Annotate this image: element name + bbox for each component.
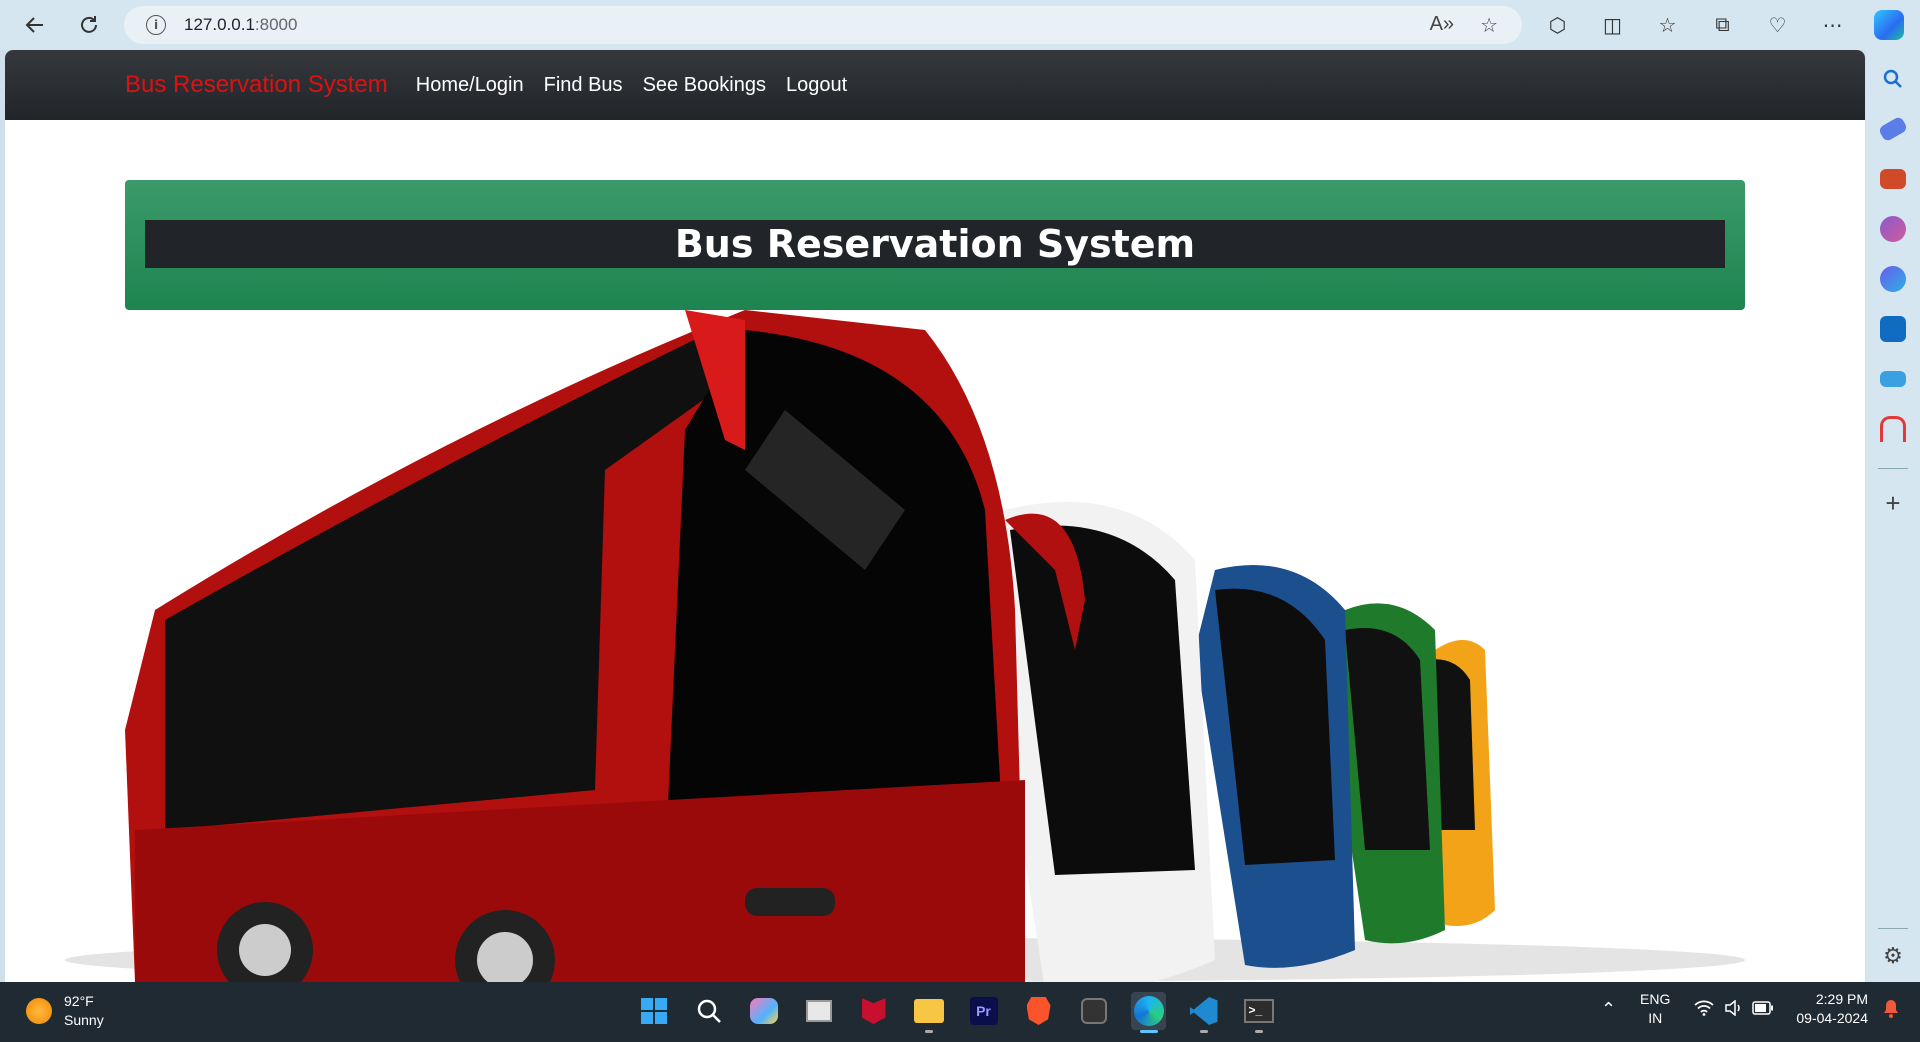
m365-icon[interactable] [1880,266,1906,292]
url-text[interactable]: 127.0.0.1:8000 [184,15,297,35]
page-viewport: Bus Reservation System Home/Login Find B… [5,50,1865,982]
mcafee-icon[interactable] [856,992,891,1030]
wifi-icon[interactable] [1694,1000,1714,1019]
notification-bell-icon[interactable] [1882,998,1900,1021]
start-windows-icon[interactable] [636,992,671,1030]
input-language[interactable]: ENG IN [1640,990,1670,1028]
weather-widget[interactable]: 92°F Sunny [26,992,104,1030]
address-bar[interactable]: i 127.0.0.1:8000 A» ☆ [124,6,1522,44]
shopping-tag-icon[interactable] [1877,115,1909,143]
nav-link-logout[interactable]: Logout [786,74,847,97]
weather-description: Sunny [64,1012,104,1028]
vscode-icon[interactable] [1186,992,1221,1033]
more-menu-icon[interactable]: ⋯ [1815,8,1850,42]
collections-icon[interactable]: ⧉ [1705,8,1740,42]
browser-toolbar: i 127.0.0.1:8000 A» ☆ ⬡ ◫ ☆ ⧉ ♡ ⋯ [0,0,1920,50]
browser-essentials-icon[interactable]: ♡ [1760,8,1795,42]
copilot-icon[interactable] [1874,10,1904,40]
edge-browser-icon[interactable] [1131,992,1166,1033]
battery-icon[interactable] [1752,1000,1774,1018]
brave-browser-icon[interactable] [1021,992,1056,1030]
nav-link-home-login[interactable]: Home/Login [416,74,524,97]
games-icon[interactable] [1880,216,1906,242]
browser-sidebar: + ⚙ [1866,50,1920,982]
system-clock[interactable]: 2:29 PM 09-04-2024 [1796,990,1868,1028]
navbar-brand[interactable]: Bus Reservation System [125,71,388,99]
split-screen-icon[interactable]: ◫ [1595,8,1630,42]
task-view-icon[interactable] [801,992,836,1030]
copilot-preview-icon[interactable] [746,992,781,1030]
sunny-weather-icon [26,998,52,1024]
nav-links: Home/Login Find Bus See Bookings Logout [416,74,847,97]
refresh-icon[interactable] [72,8,106,42]
hero-title-bar: Bus Reservation System [145,220,1725,268]
outlook-icon[interactable] [1880,316,1906,342]
back-icon[interactable] [18,8,52,42]
weather-temperature: 92°F [64,993,94,1009]
terminal-icon[interactable]: >_ [1241,992,1276,1033]
favorites-icon[interactable]: ☆ [1650,8,1685,42]
volume-icon[interactable] [1724,998,1742,1019]
extensions-icon[interactable]: ⬡ [1540,8,1575,42]
nav-link-find-bus[interactable]: Find Bus [544,74,623,97]
premiere-pro-icon[interactable]: Pr [966,992,1001,1030]
search-icon[interactable] [1880,66,1906,92]
add-icon[interactable]: + [1880,490,1906,516]
hero-banner: Bus Reservation System [125,180,1745,310]
taskbar-search-icon[interactable] [691,992,726,1030]
read-aloud-icon[interactable]: A» [1430,13,1454,38]
site-info-icon[interactable]: i [146,15,166,35]
taskbar-apps: Pr >_ [636,992,1276,1033]
settings-gear-icon[interactable]: ⚙ [1880,943,1906,969]
file-explorer-icon[interactable] [911,992,946,1033]
bus-fleet-image [65,310,1745,982]
tools-icon[interactable] [1880,169,1906,189]
site-navbar: Bus Reservation System Home/Login Find B… [5,50,1865,120]
app-icon[interactable] [1880,416,1906,442]
windows-taskbar: 92°F Sunny Pr >_ ⌃ ENG IN 2:29 PM 09-04-… [0,982,1920,1042]
page-title: Bus Reservation System [674,222,1196,266]
nav-link-see-bookings[interactable]: See Bookings [643,74,766,97]
favorite-star-icon[interactable]: ☆ [1480,13,1498,38]
sidebar-divider [1878,928,1908,929]
show-hidden-icons-chevron-icon[interactable]: ⌃ [1601,999,1616,1020]
davinci-resolve-icon[interactable] [1076,992,1111,1030]
send-icon[interactable] [1880,371,1906,387]
sidebar-divider [1878,468,1908,469]
system-tray: ⌃ ENG IN 2:29 PM 09-04-2024 [1601,990,1900,1028]
